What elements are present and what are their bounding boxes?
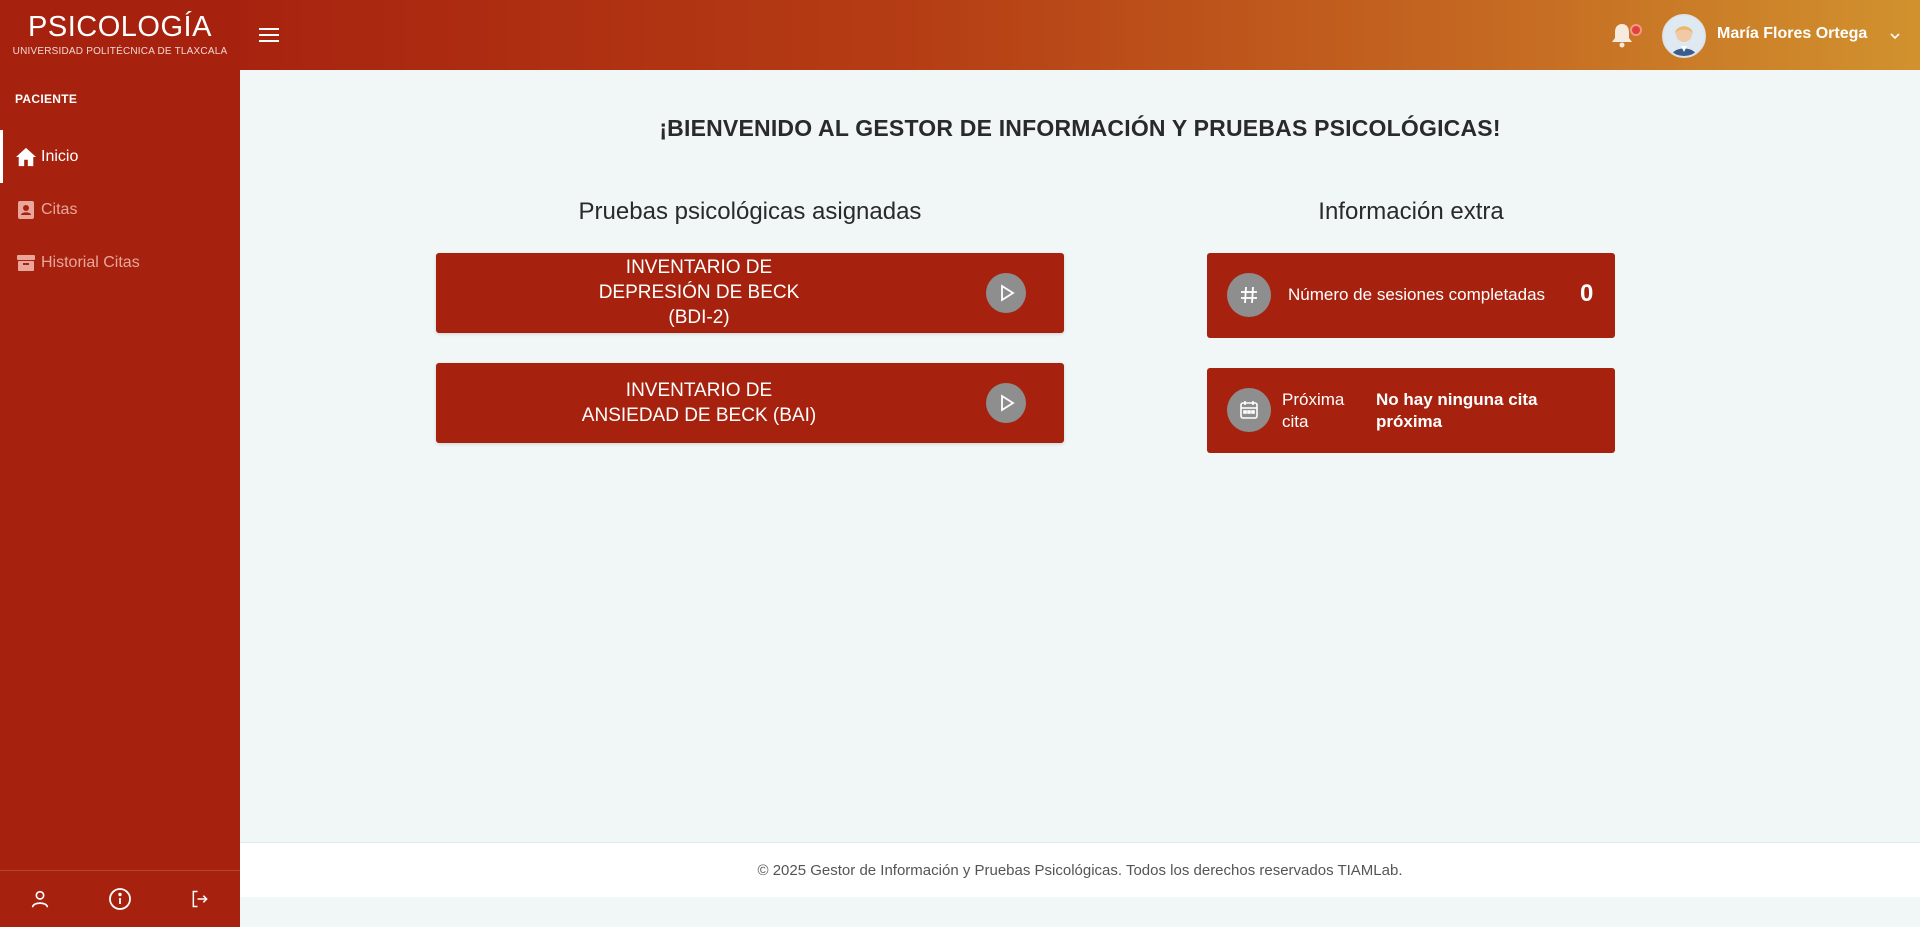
archive-icon <box>15 252 37 274</box>
test-label: INVENTARIO DE ANSIEDAD DE BECK (BAI) <box>436 378 962 428</box>
next-appointment-label-line: cita <box>1282 412 1309 431</box>
main-content: ¡BIENVENIDO AL GESTOR DE INFORMACIÓN Y P… <box>240 70 1920 842</box>
sidebar: PSICOLOGÍA UNIVERSIDAD POLITÉCNICA DE TL… <box>0 0 240 927</box>
test-label-line: ANSIEDAD DE BECK (BAI) <box>581 405 817 426</box>
sidebar-item-label: Inicio <box>41 147 79 165</box>
home-icon <box>15 146 37 168</box>
notification-badge <box>1630 24 1642 36</box>
sessions-label: Número de sesiones completadas <box>1288 285 1546 304</box>
play-icon[interactable] <box>986 383 1026 423</box>
test-button-bai[interactable]: INVENTARIO DE ANSIEDAD DE BECK (BAI) <box>436 363 1064 443</box>
logout-icon[interactable] <box>180 879 220 919</box>
sessions-card: Número de sesiones completadas 0 <box>1207 253 1615 338</box>
sidebar-item-citas[interactable]: Citas <box>0 183 240 236</box>
sessions-count: 0 <box>1580 280 1594 307</box>
sidebar-section-label: PACIENTE <box>15 92 78 106</box>
contact-book-icon <box>15 199 37 221</box>
info-icon[interactable] <box>100 879 140 919</box>
user-icon[interactable] <box>20 879 60 919</box>
welcome-heading: ¡BIENVENIDO AL GESTOR DE INFORMACIÓN Y P… <box>659 115 1501 141</box>
play-icon[interactable] <box>986 273 1026 313</box>
next-appointment-value-line: próxima <box>1376 412 1443 431</box>
brand-title: PSICOLOGÍA <box>28 11 212 43</box>
top-header: María Flores Ortega <box>240 0 1920 70</box>
test-label-line: INVENTARIO DE <box>625 257 773 278</box>
sidebar-item-label: Historial Citas <box>41 253 140 271</box>
chevron-down-icon[interactable] <box>1888 29 1902 43</box>
copyright-text: © 2025 Gestor de Información y Pruebas P… <box>757 862 1403 879</box>
next-appointment-value: No hay ninguna cita próxima <box>1376 389 1538 433</box>
brand-subtitle: UNIVERSIDAD POLITÉCNICA DE TLAXCALA <box>12 46 228 57</box>
brand[interactable]: PSICOLOGÍA UNIVERSIDAD POLITÉCNICA DE TL… <box>0 0 240 70</box>
test-label-line: DEPRESIÓN DE BECK <box>598 282 800 303</box>
sidebar-item-historial-citas[interactable]: Historial Citas <box>0 236 240 289</box>
info-title: Información extra <box>1318 198 1504 225</box>
calendar-icon <box>1227 388 1271 432</box>
next-appointment-label: Próxima cita <box>1282 389 1344 433</box>
user-name[interactable]: María Flores Ortega <box>1717 25 1867 43</box>
test-label-line: INVENTARIO DE <box>625 380 773 401</box>
next-appointment-label-line: Próxima <box>1282 390 1345 409</box>
hamburger-icon[interactable] <box>255 22 283 48</box>
test-label: INVENTARIO DE DEPRESIÓN DE BECK (BDI-2) <box>436 255 962 330</box>
next-appointment-value-line: No hay ninguna cita <box>1376 390 1538 409</box>
avatar[interactable] <box>1662 14 1706 58</box>
test-button-bdi2[interactable]: INVENTARIO DE DEPRESIÓN DE BECK (BDI-2) <box>436 253 1064 333</box>
hash-icon <box>1227 273 1271 317</box>
sidebar-item-inicio[interactable]: Inicio <box>0 130 240 183</box>
sidebar-footer <box>0 870 240 927</box>
sidebar-item-label: Citas <box>41 200 78 218</box>
tests-title: Pruebas psicológicas asignadas <box>578 198 922 225</box>
page-footer: © 2025 Gestor de Información y Pruebas P… <box>240 842 1920 897</box>
test-label-line: (BDI-2) <box>668 307 730 328</box>
next-appointment-card: Próxima cita No hay ninguna cita próxima <box>1207 368 1615 453</box>
